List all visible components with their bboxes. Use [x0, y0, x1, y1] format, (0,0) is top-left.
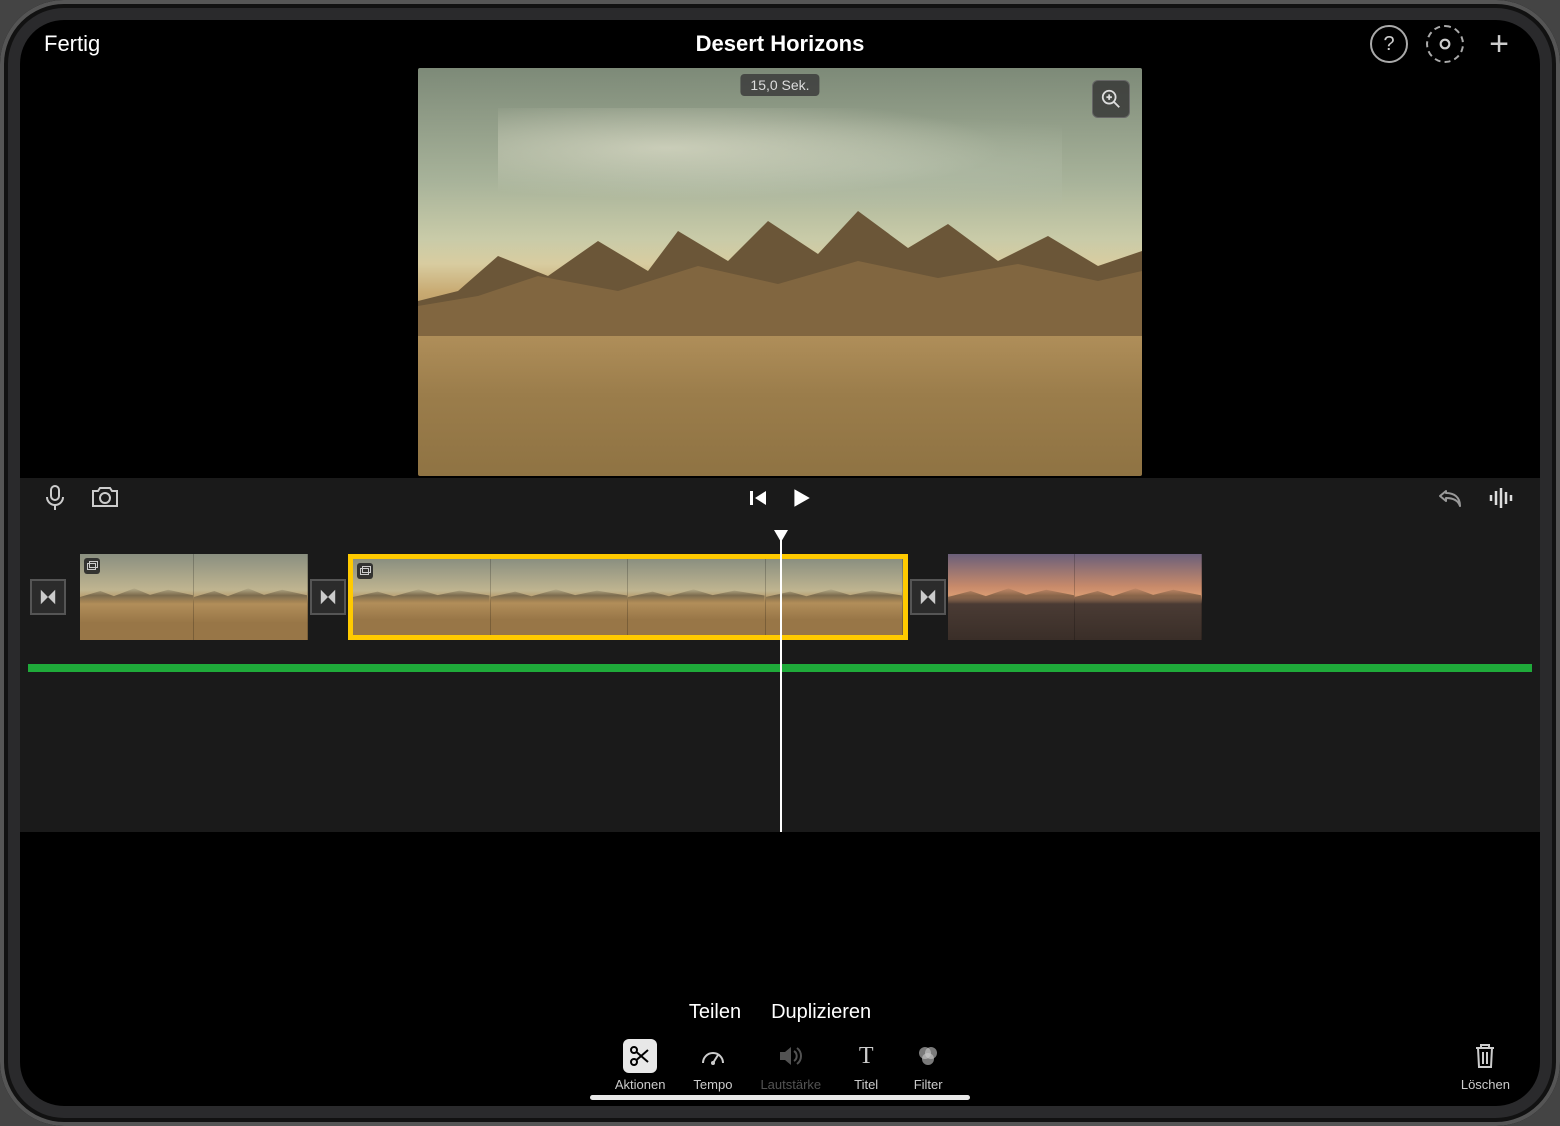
scissors-icon [623, 1039, 657, 1073]
plus-icon[interactable]: + [1482, 27, 1516, 61]
help-icon[interactable]: ? [1370, 25, 1408, 63]
trash-icon [1473, 1042, 1497, 1073]
delete-button[interactable]: Löschen [1461, 1042, 1510, 1092]
tempo-tool[interactable]: Tempo [693, 1039, 732, 1092]
kenburns-badge-icon [357, 563, 373, 579]
device-frame: Fertig Desert Horizons ? + 15,0 Sek. [0, 0, 1560, 1126]
preview-canvas[interactable]: 15,0 Sek. [418, 68, 1142, 476]
tool-label: Filter [914, 1077, 943, 1092]
title-tool[interactable]: T Titel [849, 1039, 883, 1092]
kenburns-badge-icon [84, 558, 100, 574]
split-button[interactable]: Teilen [689, 1001, 741, 1024]
app-screen: Fertig Desert Horizons ? + 15,0 Sek. [20, 20, 1540, 1106]
tool-label: Tempo [693, 1077, 732, 1092]
filter-tool[interactable]: Filter [911, 1039, 945, 1092]
gauge-icon [696, 1039, 730, 1073]
duration-badge: 15,0 Sek. [740, 74, 819, 96]
transition-icon[interactable] [310, 579, 346, 615]
filter-icon [911, 1039, 945, 1073]
preview-viewer: 15,0 Sek. [20, 68, 1540, 478]
clip-action-bar: Teilen Duplizieren [20, 1001, 1540, 1024]
waveform-icon[interactable] [1488, 487, 1516, 514]
play-icon[interactable] [790, 487, 812, 514]
transition-icon[interactable] [30, 579, 66, 615]
duplicate-button[interactable]: Duplizieren [771, 1001, 871, 1024]
speaker-icon [774, 1039, 808, 1073]
skip-back-icon[interactable] [748, 488, 768, 513]
project-title: Desert Horizons [20, 31, 1540, 57]
clip-3[interactable] [948, 554, 1202, 640]
tool-label: Lautstärke [760, 1077, 821, 1092]
actions-tool[interactable]: Aktionen [615, 1039, 666, 1092]
transport-bar [20, 478, 1540, 522]
undo-icon[interactable] [1438, 487, 1464, 514]
magnify-plus-icon[interactable] [1092, 80, 1130, 118]
home-indicator[interactable] [590, 1095, 970, 1100]
timeline[interactable] [20, 522, 1540, 832]
gear-icon[interactable] [1426, 25, 1464, 63]
delete-label: Löschen [1461, 1077, 1510, 1092]
edit-toolbar: Aktionen Tempo Lautstärke T Titel Filter [20, 1039, 1540, 1092]
microphone-icon[interactable] [44, 485, 66, 516]
top-bar: Fertig Desert Horizons ? + [20, 20, 1540, 68]
transition-icon[interactable] [910, 579, 946, 615]
text-icon: T [849, 1039, 883, 1073]
volume-tool: Lautstärke [760, 1039, 821, 1092]
clip-1[interactable] [80, 554, 308, 640]
playhead[interactable] [780, 540, 782, 832]
camera-icon[interactable] [90, 485, 120, 516]
tool-label: Titel [854, 1077, 878, 1092]
clip-selected[interactable] [348, 554, 908, 640]
tool-label: Aktionen [615, 1077, 666, 1092]
done-button[interactable]: Fertig [44, 31, 100, 57]
